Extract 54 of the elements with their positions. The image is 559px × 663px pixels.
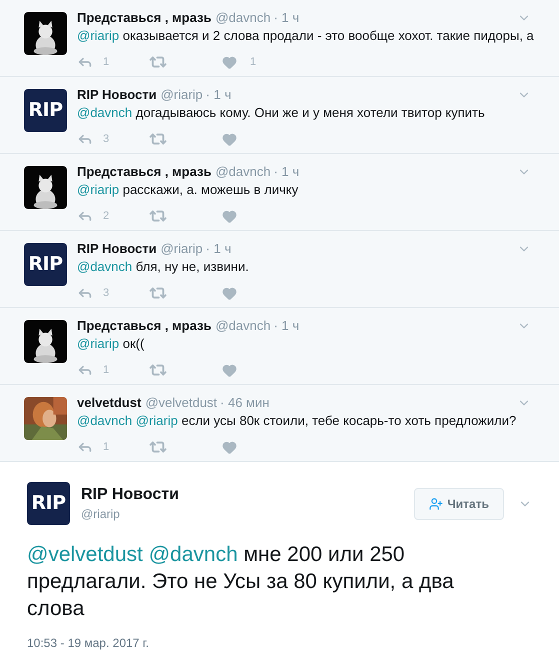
heart-icon[interactable] [222,362,237,378]
tweet-time[interactable]: · 1 ч [206,241,232,257]
reply-count: 1 [103,362,110,378]
reply-count: 1 [103,440,110,455]
tweet-text: @riarip расскажи, а. можешь в личку [77,181,300,198]
tweet-text: @davnch догадываюсь кому. Они же и у меня хотели твитор купить [77,104,486,121]
tweet-text: @davnch бля, ну не, извини. [77,258,250,275]
reply-count: 3 [103,286,110,301]
mention-link[interactable]: @riarip [77,182,120,197]
mention-link[interactable]: @davnch [77,413,132,428]
author-name[interactable]: RIP Новости [81,484,179,504]
author-name[interactable]: RIP Новости [77,87,157,103]
tweet-time[interactable]: · 1 ч [274,164,300,180]
heart-icon[interactable] [222,286,237,300]
author-handle[interactable]: @davnch [215,164,271,180]
author-name[interactable]: Представься , мразь [77,164,212,180]
mention-link[interactable]: @davnch [77,259,132,274]
tweet-text: @riarip ок(( [77,335,146,352]
heart-icon[interactable] [222,54,237,70]
author-name[interactable]: Представься , мразь [77,10,212,26]
mention-link[interactable]: @riarip [136,413,178,428]
author-name[interactable]: RIP Новости [77,241,157,257]
like-count: 1 [250,54,256,70]
reply-count: 2 [103,208,110,224]
tweet-time[interactable]: · 1 ч [274,10,300,26]
author-name[interactable]: velvetdust [77,395,142,411]
author-handle[interactable]: @riarip [160,241,203,257]
follow-button[interactable]: Читать [414,488,504,520]
reply-count: 3 [103,132,110,147]
mention-link[interactable]: @riarip [77,336,120,351]
mention-link[interactable]: @riarip [77,28,120,43]
tweet-time[interactable]: · 46 мин [220,395,270,411]
add-user-icon [429,496,444,510]
tweet-time[interactable]: · 1 ч [206,87,232,103]
tweet-text: @velvetdust @davnch мне 200 или 250 предлагали. Это не Усы за 80 купили, а два слова [27,542,455,622]
author-name[interactable]: Представься , мразь [77,318,212,334]
tweet-time[interactable]: · 1 ч [274,318,300,334]
mention-link[interactable]: @davnch [148,543,238,566]
heart-icon[interactable] [222,440,237,454]
tweet-timestamp[interactable]: 10:53 - 19 мар. 2017 г. [27,634,532,652]
heart-icon[interactable] [222,132,237,146]
reply-count: 1 [103,54,110,70]
heart-icon[interactable] [222,208,237,224]
avatar-logo: RIP [27,482,70,525]
mention-link[interactable]: @velvetdust [27,543,143,566]
author-handle[interactable]: @riarip [81,504,179,522]
avatar-logo: RIP [24,243,67,286]
author-handle[interactable]: @riarip [160,87,203,103]
mention-link[interactable]: @davnch [77,105,132,120]
avatar-logo: RIP [24,89,67,132]
author-handle[interactable]: @davnch [215,10,271,26]
tweet-text: @davnch @riarip если усы 80к стоили, тебе косарь-то хоть предложили? [77,412,518,429]
author-handle[interactable]: @velvetdust [145,395,218,411]
author-handle[interactable]: @davnch [215,318,271,334]
